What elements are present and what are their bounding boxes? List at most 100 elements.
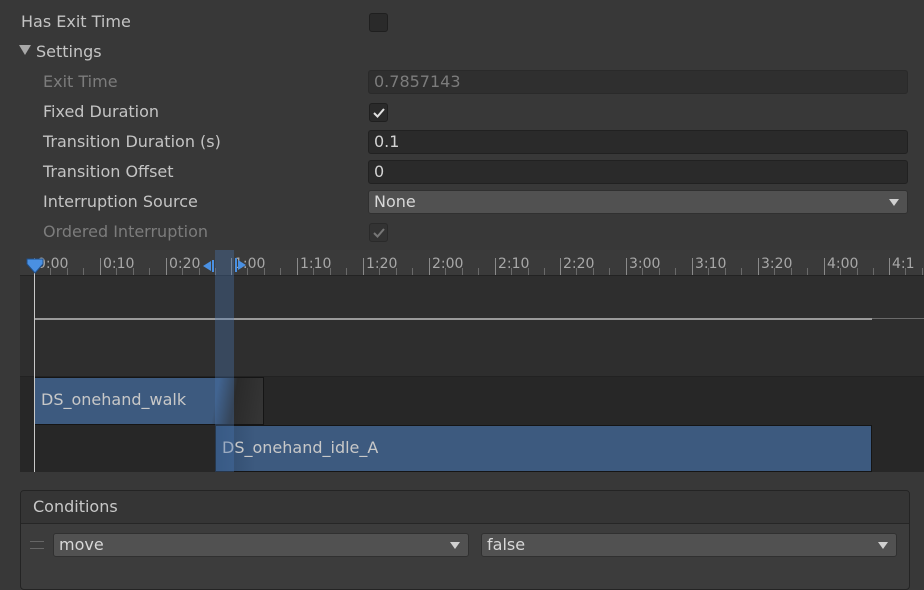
condition-value-dropdown[interactable]: false bbox=[481, 533, 897, 557]
drag-handle-icon[interactable] bbox=[30, 541, 44, 549]
ruler-tick-label: 1:10 bbox=[300, 256, 332, 272]
ruler-minor-tick bbox=[774, 268, 775, 275]
ruler-major-tick bbox=[824, 258, 825, 275]
ruler-tick-label: 2:10 bbox=[498, 256, 530, 272]
ruler-minor-tick bbox=[67, 268, 68, 275]
ruler-minor-tick bbox=[609, 268, 610, 275]
ruler-minor-tick bbox=[593, 268, 594, 275]
transition-duration-field[interactable]: 0.1 bbox=[368, 130, 908, 154]
ruler-tick-label: 3:20 bbox=[761, 256, 793, 272]
dropdown-arrow-icon bbox=[878, 542, 888, 549]
ruler-minor-tick bbox=[445, 268, 446, 275]
has-exit-time-label: Has Exit Time bbox=[21, 12, 131, 31]
ruler-tick-label: 1:20 bbox=[366, 256, 398, 272]
transition-offset-label: Transition Offset bbox=[43, 162, 174, 181]
ruler-minor-tick bbox=[708, 268, 709, 275]
ruler-major-tick bbox=[692, 258, 693, 275]
ruler-major-tick bbox=[297, 258, 298, 275]
ruler-major-tick bbox=[889, 258, 890, 275]
ruler-minor-tick bbox=[412, 268, 413, 275]
exit-time-field: 0.7857143 bbox=[368, 70, 908, 94]
fixed-duration-label: Fixed Duration bbox=[43, 102, 160, 121]
ruler-minor-tick bbox=[199, 268, 200, 275]
ruler-minor-tick bbox=[659, 268, 660, 275]
ruler-minor-tick bbox=[840, 268, 841, 275]
ruler-minor-tick bbox=[462, 268, 463, 275]
ruler-minor-tick bbox=[642, 268, 643, 275]
checkmark-icon bbox=[373, 108, 385, 118]
ruler-tick-label: 4:00 bbox=[827, 256, 859, 272]
playhead-marker-icon[interactable] bbox=[26, 258, 44, 274]
transition-curve-line-tail bbox=[872, 318, 924, 319]
ruler-tick-label: 2:00 bbox=[432, 256, 464, 272]
has-exit-time-checkbox[interactable] bbox=[369, 13, 388, 32]
ruler-minor-tick bbox=[330, 268, 331, 275]
transition-start-handle-icon[interactable] bbox=[201, 259, 215, 273]
condition-parameter-dropdown[interactable]: move bbox=[53, 533, 469, 557]
ruler-minor-tick bbox=[857, 268, 858, 275]
transition-duration-label: Transition Duration (s) bbox=[43, 132, 221, 151]
exit-time-label: Exit Time bbox=[43, 72, 118, 91]
ruler-minor-tick bbox=[313, 268, 314, 275]
ruler-tick-label: 3:10 bbox=[695, 256, 727, 272]
ruler-major-tick bbox=[100, 258, 101, 275]
ruler-minor-tick bbox=[511, 268, 512, 275]
ruler-tick-label: 2:20 bbox=[563, 256, 595, 272]
dropdown-arrow-icon bbox=[450, 542, 460, 549]
ruler-minor-tick bbox=[83, 268, 84, 275]
ruler-minor-tick bbox=[791, 268, 792, 275]
ruler-minor-tick bbox=[544, 268, 545, 275]
settings-foldout-label[interactable]: Settings bbox=[36, 40, 102, 64]
condition-parameter-value: move bbox=[59, 535, 104, 554]
ruler-minor-tick bbox=[905, 268, 906, 275]
ruler-minor-tick bbox=[149, 268, 150, 275]
ruler-minor-tick bbox=[346, 268, 347, 275]
foldout-arrow-icon[interactable] bbox=[19, 45, 31, 55]
transition-offset-field[interactable]: 0 bbox=[368, 160, 908, 184]
ruler-minor-tick bbox=[675, 268, 676, 275]
ruler-minor-tick bbox=[264, 268, 265, 275]
ruler-tick-label: 3:00 bbox=[629, 256, 661, 272]
timeline-curve-area bbox=[20, 276, 924, 377]
ordered-interruption-label: Ordered Interruption bbox=[43, 222, 208, 241]
ruler-minor-tick bbox=[50, 268, 51, 275]
transition-curve-line bbox=[34, 318, 872, 320]
conditions-header: Conditions bbox=[21, 491, 909, 524]
ruler-major-tick bbox=[166, 258, 167, 275]
ruler-minor-tick bbox=[807, 268, 808, 275]
ruler-tick-label: 4:1 bbox=[892, 256, 915, 272]
ruler-minor-tick bbox=[725, 268, 726, 275]
ruler-minor-tick bbox=[379, 268, 380, 275]
transition-end-handle-icon[interactable] bbox=[234, 257, 248, 273]
transition-timeline[interactable]: DS_onehand_walk DS_onehand_idle_A 0:00 0:… bbox=[20, 250, 924, 472]
ruler-minor-tick bbox=[741, 268, 742, 275]
timeline-ruler[interactable]: 0:00 0:10 0:20 1:00 1:10 1:20 2:00 2:10 2:20 3:00… bbox=[20, 250, 924, 276]
playhead-line bbox=[34, 264, 35, 472]
ruler-major-tick bbox=[626, 258, 627, 275]
ruler-minor-tick bbox=[873, 268, 874, 275]
ruler-tick-label: 0:10 bbox=[103, 256, 135, 272]
ordered-interruption-checkbox bbox=[369, 223, 388, 242]
conditions-title: Conditions bbox=[33, 497, 118, 516]
ruler-major-tick bbox=[560, 258, 561, 275]
dropdown-arrow-icon bbox=[889, 199, 899, 206]
ruler-major-tick bbox=[495, 258, 496, 275]
ruler-minor-tick bbox=[528, 268, 529, 275]
ruler-major-tick bbox=[363, 258, 364, 275]
ruler-minor-tick bbox=[396, 268, 397, 275]
timeline-clip-area: DS_onehand_walk DS_onehand_idle_A bbox=[20, 377, 924, 472]
fixed-duration-checkbox[interactable] bbox=[369, 103, 388, 122]
interruption-source-label: Interruption Source bbox=[43, 192, 198, 211]
interruption-source-value: None bbox=[374, 192, 416, 211]
ruler-minor-tick bbox=[922, 268, 923, 275]
ruler-major-tick bbox=[758, 258, 759, 275]
interruption-source-dropdown[interactable]: None bbox=[368, 190, 908, 214]
ruler-minor-tick bbox=[478, 268, 479, 275]
destination-clip[interactable]: DS_onehand_idle_A bbox=[215, 425, 872, 472]
transition-range-highlight[interactable] bbox=[215, 250, 234, 472]
destination-clip-label: DS_onehand_idle_A bbox=[222, 438, 379, 457]
ruler-tick-label: 0:20 bbox=[169, 256, 201, 272]
ruler-minor-tick bbox=[576, 268, 577, 275]
ruler-major-tick bbox=[429, 258, 430, 275]
conditions-panel: Conditions move false bbox=[20, 490, 910, 590]
